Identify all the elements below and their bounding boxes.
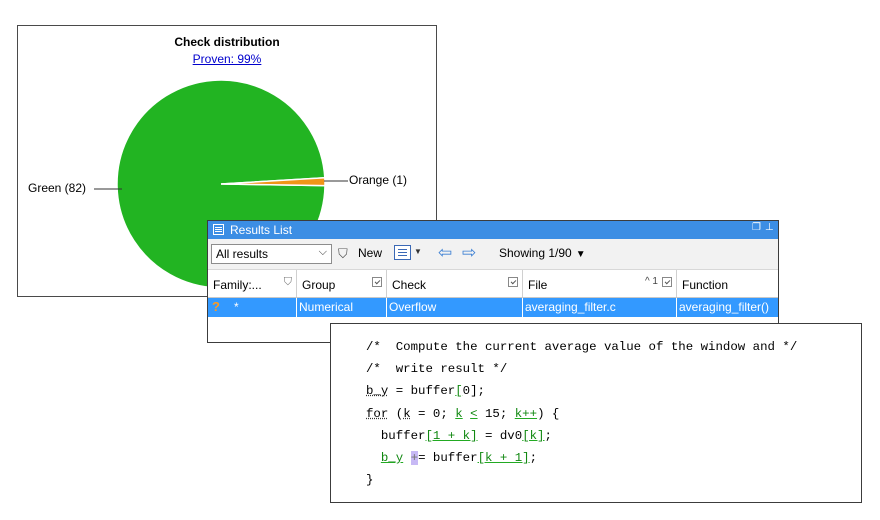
- column-header-file[interactable]: File ^ 1: [523, 270, 677, 297]
- column-header-check[interactable]: Check: [387, 270, 523, 297]
- results-list-icon: [213, 224, 224, 235]
- chevron-down-icon: ⌵: [318, 246, 327, 258]
- code-line-6: b_y += buffer[k + 1];: [380, 451, 538, 465]
- showing-count: Showing 1/90: [499, 246, 572, 260]
- code-line-2: /* write result */: [366, 362, 508, 376]
- column-chooser-dropdown-icon[interactable]: ▼: [414, 247, 422, 256]
- family-value: *: [234, 300, 239, 314]
- results-filter-select[interactable]: All results ⌵: [211, 244, 332, 264]
- table-row[interactable]: ? * Numerical Overflow averaging_filter.…: [208, 298, 778, 317]
- column-filter-icon[interactable]: [372, 277, 382, 287]
- column-label: Check: [392, 278, 427, 292]
- chart-title: Check distribution: [174, 35, 280, 49]
- sort-ascending-indicator: ^ 1: [644, 276, 658, 287]
- results-filter-value: All results: [216, 247, 269, 261]
- column-chooser-icon[interactable]: [394, 245, 411, 260]
- column-header-function[interactable]: Function: [677, 270, 778, 297]
- pie-label-green: Green (82): [28, 181, 87, 195]
- column-label: Group: [302, 278, 336, 292]
- column-label: File: [528, 278, 548, 292]
- code-line-1: /* Compute the current average value of …: [366, 340, 798, 354]
- file-cell: averaging_filter.c: [523, 298, 677, 317]
- showing-dropdown[interactable]: Showing 1/90 ▼: [499, 246, 586, 260]
- code-line-4: for (k = 0; k < 15; k++) {: [366, 407, 560, 421]
- column-label: Function: [682, 278, 729, 292]
- group-cell: Numerical: [297, 298, 387, 317]
- arrow-right-icon[interactable]: ⇨: [462, 243, 476, 263]
- restore-icon[interactable]: ❐: [752, 222, 761, 233]
- new-filter-button[interactable]: ⛉ New: [338, 246, 382, 262]
- column-filter-icon[interactable]: [662, 277, 672, 287]
- code-line-7: }: [366, 473, 374, 487]
- function-cell: averaging_filter(): [679, 300, 770, 314]
- column-header-group[interactable]: Group: [297, 270, 387, 297]
- pin-icon[interactable]: ⊥: [765, 222, 774, 233]
- unproven-status-icon: ?: [212, 299, 220, 314]
- source-code-panel: /* Compute the current average value of …: [330, 323, 862, 503]
- new-filter-label: New: [358, 246, 383, 260]
- arrow-left-icon[interactable]: ⇦: [438, 243, 452, 263]
- column-filter-icon[interactable]: [508, 277, 518, 287]
- proven-link[interactable]: Proven: 99%: [18, 52, 436, 66]
- column-label: Family:...: [213, 278, 262, 292]
- caret-down-icon: ▼: [575, 249, 586, 260]
- family-cell: ? *: [208, 298, 297, 317]
- results-list-titlebar: Results List ❐ ⊥: [208, 221, 778, 239]
- code-line-5: buffer[1 + k] = dv0[k];: [366, 429, 552, 443]
- table-header-row: Family:... ⛉ Group Check File ^ 1 Functi…: [208, 270, 778, 298]
- column-header-family[interactable]: Family:... ⛉: [208, 270, 297, 297]
- results-list-toolbar: All results ⌵ ⛉ New ▼ ⇦ ⇨ Showing 1/90 ▼: [208, 239, 778, 270]
- funnel-new-icon: ⛉: [338, 246, 348, 261]
- check-cell: Overflow: [387, 298, 523, 317]
- funnel-icon[interactable]: ⛉: [284, 276, 292, 289]
- pie-label-orange: Orange (1): [349, 173, 408, 187]
- results-list-title: Results List: [230, 223, 293, 237]
- code-line-3: b_y = buffer[0];: [366, 384, 485, 398]
